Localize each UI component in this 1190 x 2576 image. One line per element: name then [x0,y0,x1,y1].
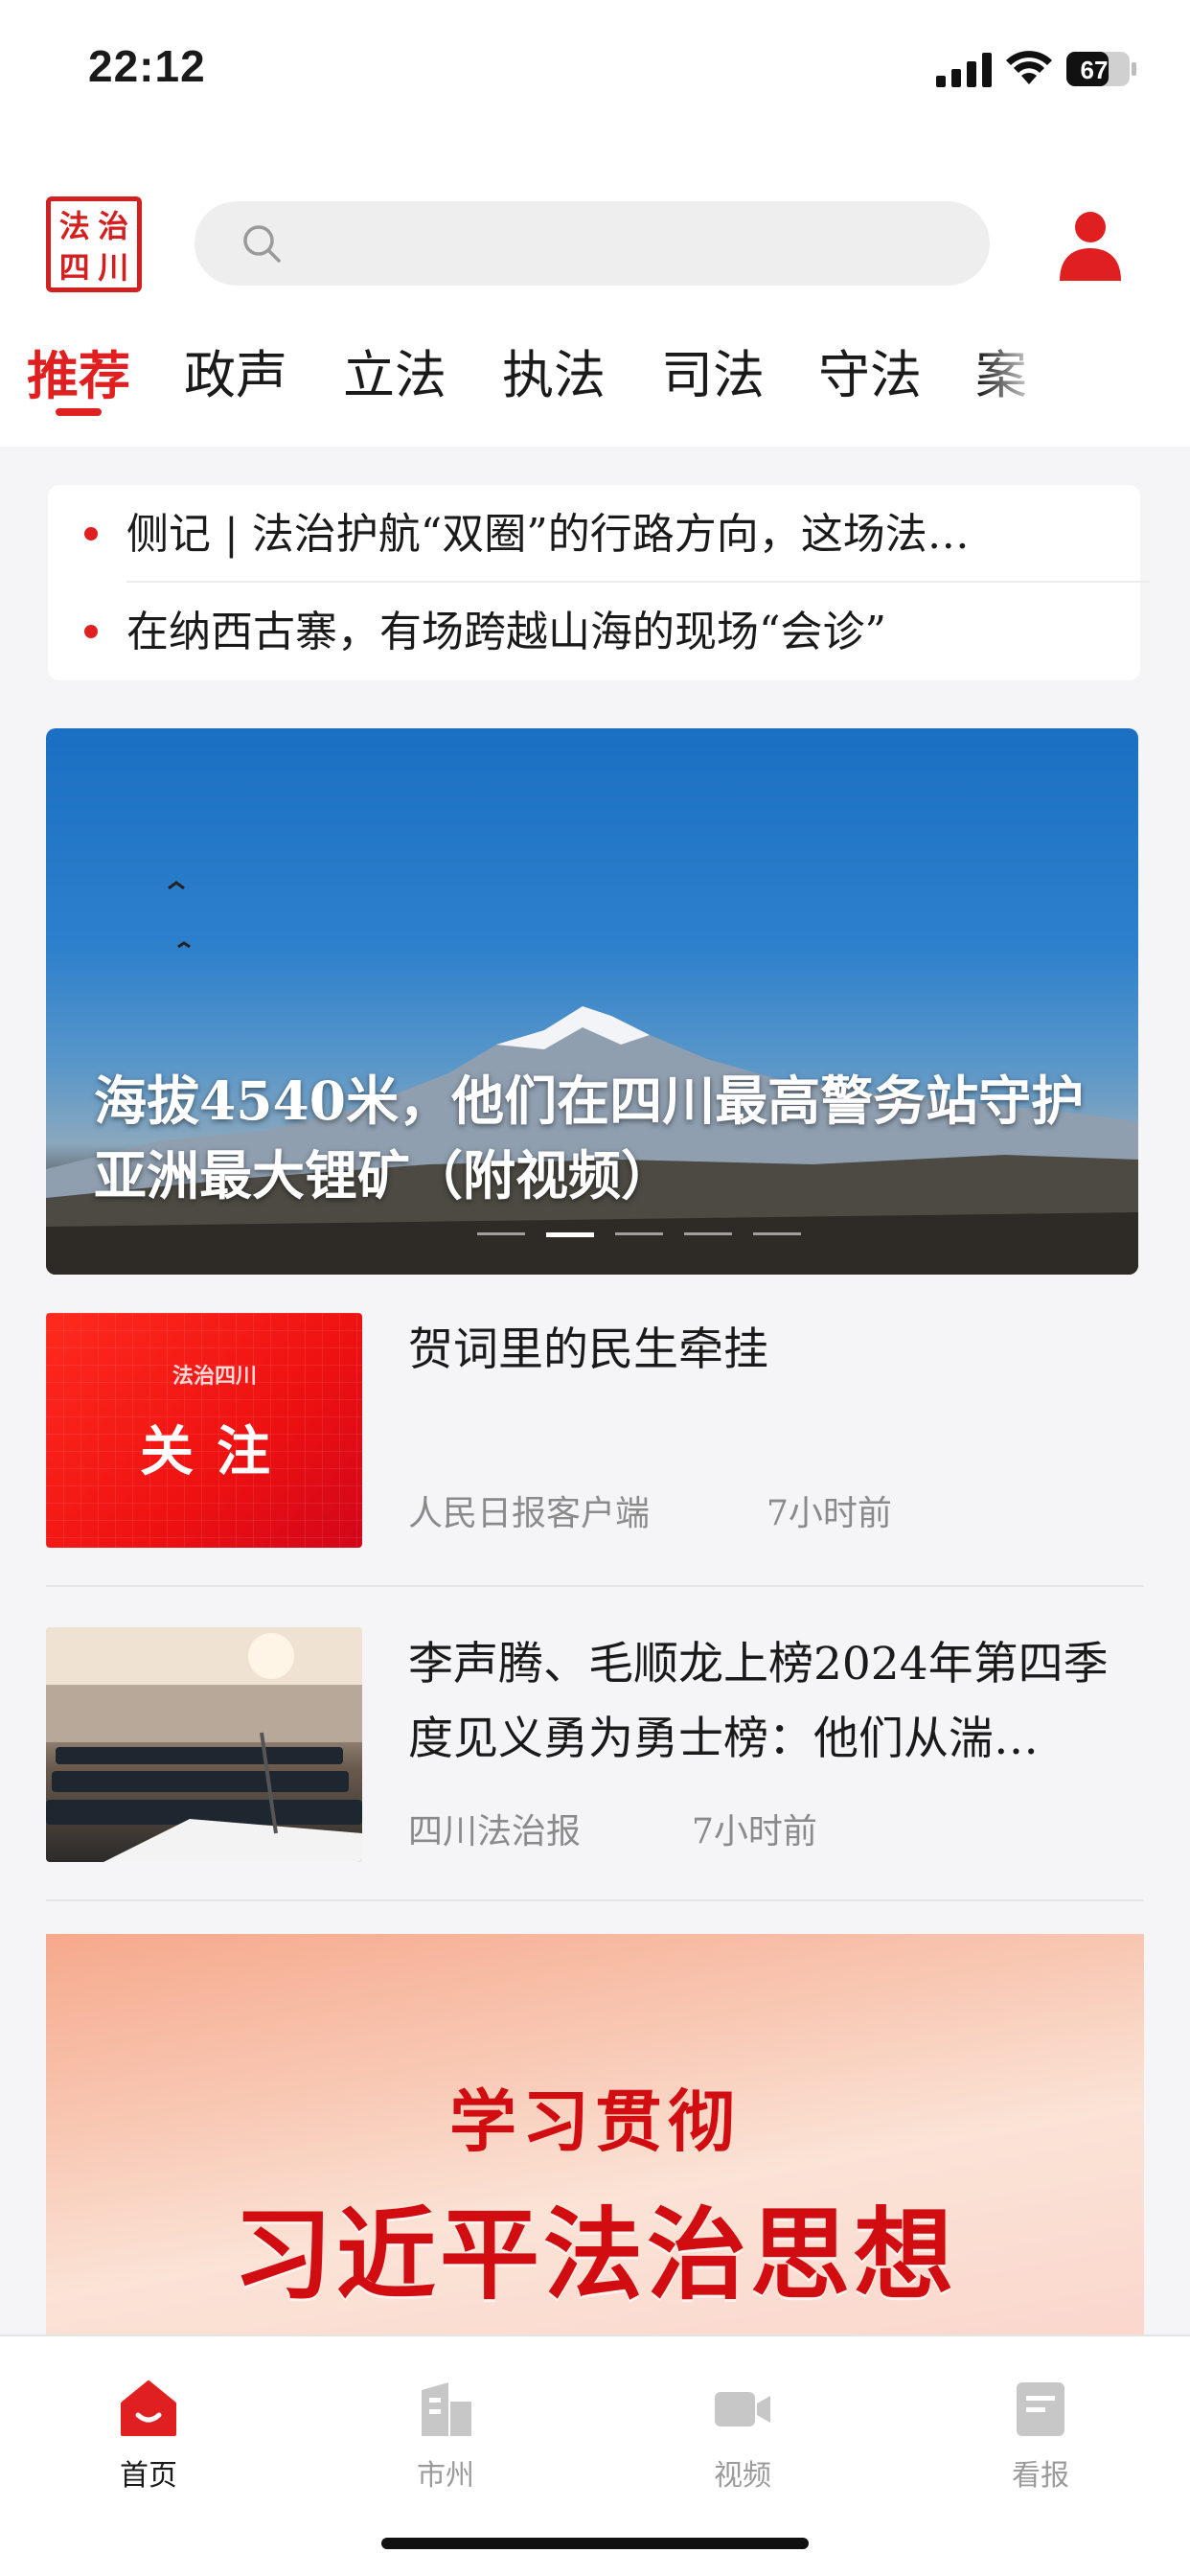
news-thumbnail: 法治四川 关注 [46,1313,362,1548]
nav-label: 首页 [120,2459,177,2493]
video-icon [715,2392,770,2426]
nav-label: 视频 [714,2459,771,2493]
logo-char: 四 [58,249,90,286]
divider [46,1585,1144,1587]
headline-list: 侧记 | 法治护航“双圈”的行路方向，这场法… 在纳西古寨，有场跨越山海的现场“… [48,485,1150,680]
search-input[interactable] [195,201,990,286]
carousel-dot [615,1232,663,1235]
news-list-item[interactable]: 李声腾、毛顺龙上榜2024年第四季度见义勇为勇士榜：他们从湍… 四川法治报 7小… [46,1627,1144,1867]
bullet-dot [84,625,98,638]
nav-label: 市州 [417,2459,474,2493]
nav-city[interactable]: 市州 [378,2356,513,2493]
logo-char: 治 [98,208,129,244]
news-source: 四川法治报 [408,1812,582,1852]
tab-judiciary[interactable]: 司法 [661,337,765,414]
news-title: 李声腾、毛顺龙上榜2024年第四季度见义勇为勇士榜：他们从湍… [408,1638,1109,1765]
divider [46,1899,1144,1901]
carousel-dot [753,1232,801,1235]
feed: 侧记 | 法治护航“双圈”的行路方向，这场法… 在纳西古寨，有场跨越山海的现场“… [0,447,1190,2334]
news-time: 7小时前 [692,1812,817,1852]
headline-text: 在纳西古寨，有场跨越山海的现场“会诊” [126,608,886,656]
status-time: 22:12 [88,41,206,91]
headline-item[interactable]: 侧记 | 法治护航“双圈”的行路方向，这场法… [48,485,1150,583]
news-list-item[interactable]: 法治四川 关注 贺词里的民生牵挂 人民日报客户端 7小时前 [46,1313,1144,1552]
active-tab-indicator [56,408,102,416]
tab-law-enforcement[interactable]: 执法 [502,337,606,414]
carousel-dot [684,1232,732,1235]
carousel-indicator [429,1232,812,1238]
headline-item[interactable]: 在纳西古寨，有场跨越山海的现场“会诊” [48,583,1140,678]
nav-newspaper[interactable]: 看报 [973,2356,1108,2493]
tabs-fade [977,337,1044,424]
carousel-dot-active [546,1232,594,1237]
home-icon [121,2380,176,2436]
tab-recommend[interactable]: 推荐 [27,337,130,414]
newspaper-icon [1017,2382,1064,2436]
promo-line1: 学习贯彻 [449,2082,741,2161]
search-icon [243,225,281,263]
news-time: 7小时前 [767,1494,892,1533]
thumbnail-text: 关注 [140,1421,293,1484]
carousel-dot [477,1232,525,1235]
headline-text: 侧记 | 法治护航“双圈”的行路方向，这场法… [126,510,970,559]
nav-video[interactable]: 视频 [675,2356,810,2493]
thumbnail-badge: 法治四川 [172,1365,258,1389]
bottom-navigation: 首页 市州 视频 看报 [0,2334,1190,2576]
news-source: 人民日报客户端 [408,1494,651,1533]
user-profile-icon[interactable] [1054,206,1127,283]
tab-legislation[interactable]: 立法 [343,337,446,414]
nav-label: 看报 [1012,2459,1069,2493]
cellular-signal-icon [936,53,992,87]
home-indicator [381,2538,809,2549]
bullet-dot [84,527,98,540]
battery-level: 67 [1081,56,1109,84]
featured-banner[interactable]: 海拔4540米，他们在四川最高警务站守护亚洲最大锂矿（附视频） [46,728,1138,1275]
nav-home[interactable]: 首页 [81,2356,216,2493]
app-header: 法 治 四 川 [0,144,1190,307]
battery-icon: 67 [1066,52,1136,86]
status-bar: 22:12 67 [0,0,1190,144]
app-logo[interactable]: 法 治 四 川 [46,196,142,292]
news-thumbnail [46,1627,362,1862]
banner-title: 海拔4540米，他们在四川最高警务站守护亚洲最大锂矿（附视频） [94,1070,1085,1207]
news-title: 贺词里的民生牵挂 [408,1323,768,1376]
promo-banner[interactable]: 学习贯彻 习近平法治思想 [46,1934,1144,2334]
promo-line2: 习近平法治思想 [232,2196,957,2313]
logo-char: 川 [98,249,129,286]
tab-politics[interactable]: 政声 [184,337,287,414]
city-icon [422,2382,471,2436]
wifi-icon [1006,51,1052,84]
logo-char: 法 [58,208,90,244]
category-tabs: 推荐 政声 立法 执法 司法 守法 案 [0,337,1044,424]
tab-law-abiding[interactable]: 守法 [818,337,922,414]
